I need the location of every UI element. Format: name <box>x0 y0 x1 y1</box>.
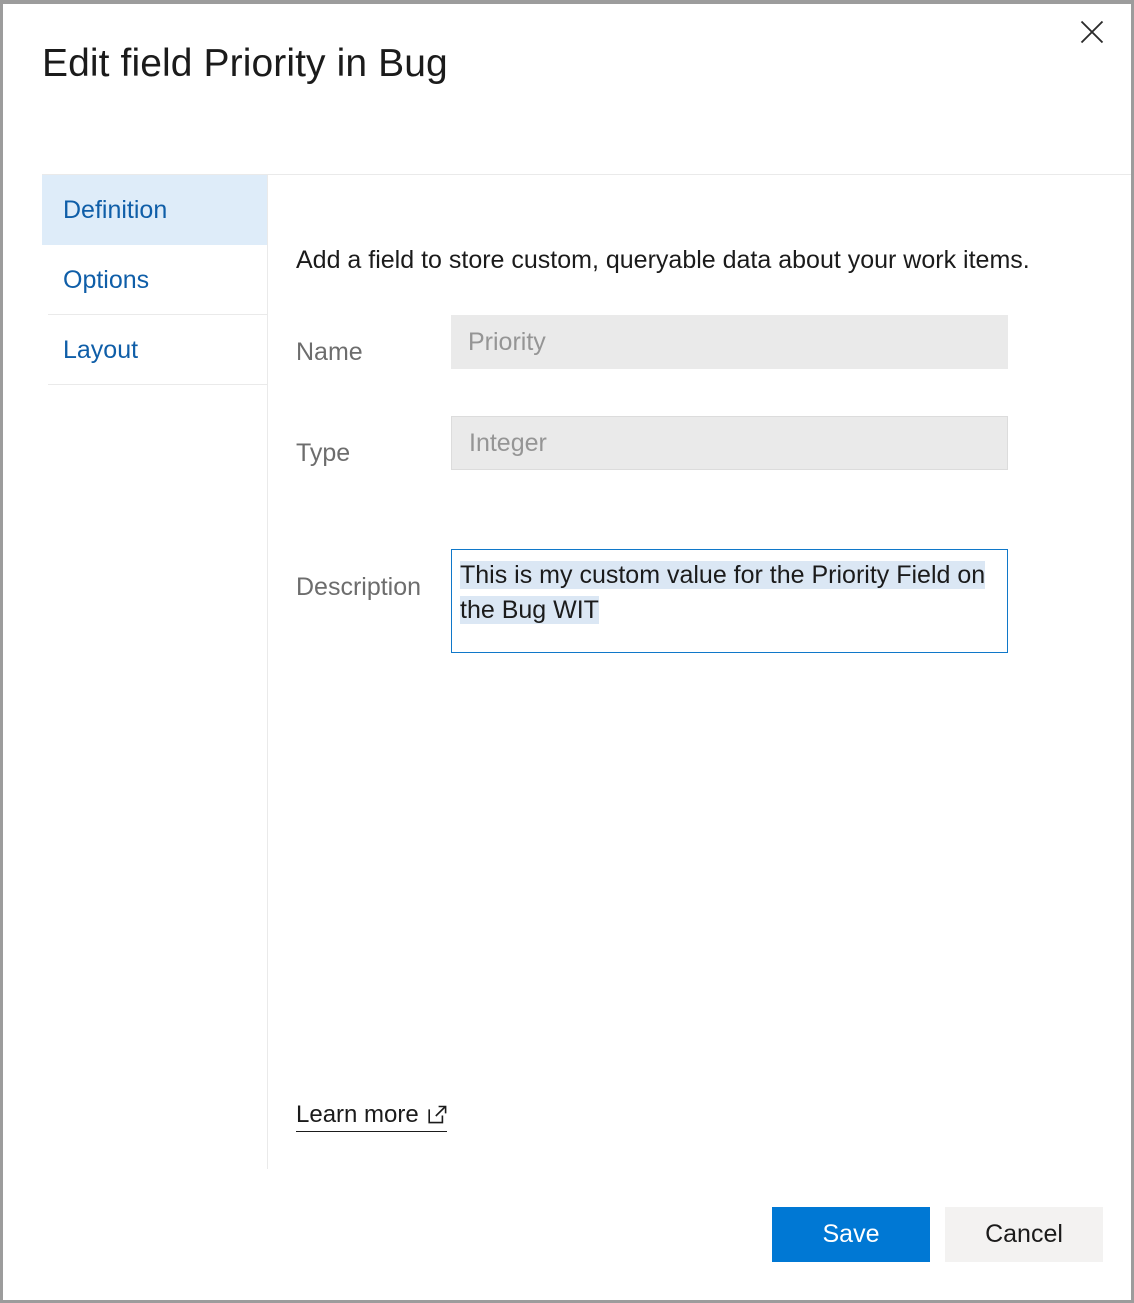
description-field[interactable]: This is my custom value for the Priority… <box>451 549 1008 653</box>
sidebar-item-layout[interactable]: Layout <box>42 315 267 385</box>
close-button[interactable] <box>1069 9 1115 55</box>
page-title: Edit field Priority in Bug <box>42 42 448 86</box>
close-icon <box>1079 19 1105 45</box>
main-content: Add a field to store custom, queryable d… <box>268 175 1131 1169</box>
dialog-body: Definition Options Layout Add a field to… <box>3 134 1131 1300</box>
dialog-footer: Save Cancel <box>772 1207 1103 1262</box>
type-field[interactable]: Integer <box>451 416 1008 470</box>
sidebar-item-label: Layout <box>63 336 138 364</box>
sidebar-item-options[interactable]: Options <box>42 245 267 315</box>
sidebar-item-label: Options <box>63 266 149 294</box>
type-label: Type <box>296 439 350 468</box>
content-description: Add a field to store custom, queryable d… <box>296 246 1030 275</box>
learn-more-link[interactable]: Learn more <box>296 1101 447 1132</box>
name-field[interactable]: Priority <box>451 315 1008 369</box>
description-selected-text: This is my custom value for the Priority… <box>460 561 985 624</box>
cancel-button[interactable]: Cancel <box>945 1207 1103 1262</box>
sidebar-item-definition[interactable]: Definition <box>42 175 267 245</box>
edit-field-dialog: Edit field Priority in Bug Definition Op… <box>0 0 1134 1303</box>
description-label: Description <box>296 573 421 602</box>
dialog-header: Edit field Priority in Bug <box>3 4 1131 134</box>
name-label: Name <box>296 338 363 367</box>
learn-more-label: Learn more <box>296 1101 419 1129</box>
sidebar: Definition Options Layout <box>42 175 267 385</box>
sidebar-item-label: Definition <box>63 196 167 224</box>
external-link-icon <box>428 1105 447 1126</box>
save-button[interactable]: Save <box>772 1207 930 1262</box>
